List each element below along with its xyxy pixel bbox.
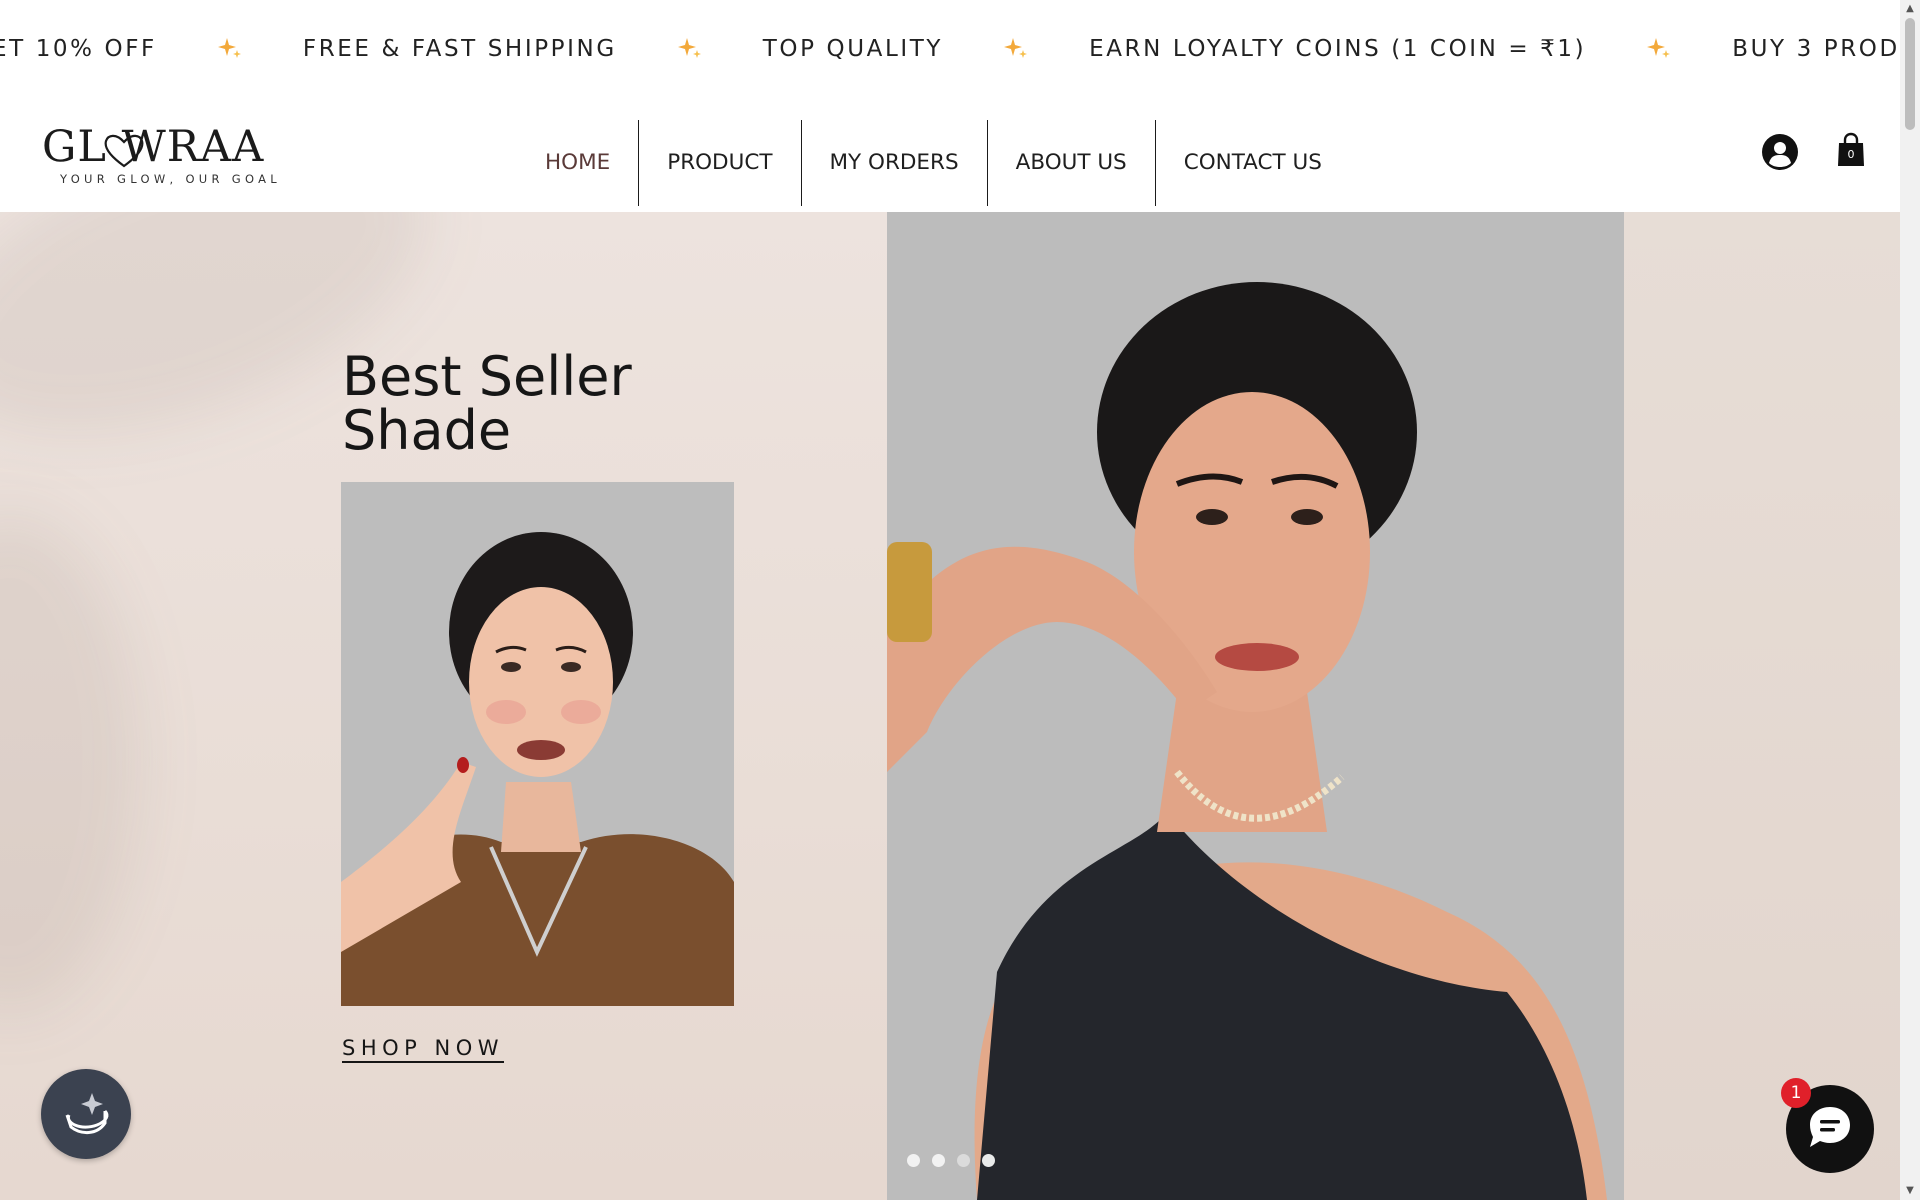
hero-side-panel <box>1624 212 1900 1200</box>
scroll-up-icon[interactable]: ▲ <box>1900 0 1920 18</box>
heart-icon <box>104 134 144 168</box>
hero-title: Best Seller Shade <box>342 350 762 458</box>
nav-product[interactable]: PRODUCT <box>638 120 800 206</box>
announcement-bar: ET 10% OFF FREE & FAST SHIPPING TOP QUAL… <box>0 0 1900 104</box>
sparkles-icon <box>217 36 243 62</box>
sparkles-icon <box>1003 36 1029 62</box>
site-header: GL WRAA YOUR GLOW, OUR GOAL HOME PRODUCT… <box>0 104 1900 212</box>
hero-main-image[interactable] <box>887 212 1624 1200</box>
logo-wordmark: GL WRAA <box>42 122 265 172</box>
account-icon[interactable] <box>1762 134 1798 170</box>
slide-dot-3[interactable] <box>957 1154 970 1167</box>
nav-contact-us[interactable]: CONTACT US <box>1154 120 1350 206</box>
scroll-down-icon[interactable]: ▼ <box>1900 1182 1920 1200</box>
slide-indicator <box>907 1154 995 1167</box>
brand-logo[interactable]: GL WRAA YOUR GLOW, OUR GOAL <box>42 122 292 192</box>
chat-notification-badge: 1 <box>1781 1078 1811 1108</box>
slide-dot-2[interactable] <box>932 1154 945 1167</box>
page-scrollbar[interactable]: ▲ ▼ <box>1900 0 1920 1200</box>
ai-assistant-button[interactable] <box>41 1069 131 1159</box>
logo-tagline: YOUR GLOW, OUR GOAL <box>60 172 282 186</box>
shop-now-link[interactable]: SHOP NOW <box>342 1036 504 1060</box>
hero-slider: Best Seller Shade SHOP NOW <box>0 212 1900 1200</box>
hero-title-line1: Best Seller <box>342 345 632 408</box>
announcement-item: TOP QUALITY <box>762 36 944 62</box>
scrollbar-thumb[interactable] <box>1905 18 1915 130</box>
ai-assistant-icon <box>65 1093 109 1134</box>
nav-about-us[interactable]: ABOUT US <box>986 120 1155 206</box>
sparkles-icon <box>677 36 703 62</box>
announcement-item: ET 10% OFF <box>0 36 157 62</box>
cart-count: 0 <box>1847 148 1855 161</box>
product-thumbnail-image[interactable] <box>341 482 734 1006</box>
announcement-item: BUY 3 PRODUCTS, G <box>1732 36 1900 62</box>
announcement-item: FREE & FAST SHIPPING <box>302 36 617 62</box>
nav-my-orders[interactable]: MY ORDERS <box>800 120 987 206</box>
shopping-bag-icon[interactable]: 0 <box>1837 132 1865 168</box>
slide-dot-4[interactable] <box>982 1154 995 1167</box>
nav-home[interactable]: HOME <box>517 120 638 206</box>
announcement-item: EARN LOYALTY COINS (1 COIN = ₹1) <box>1089 36 1587 62</box>
main-nav: HOME PRODUCT MY ORDERS ABOUT US CONTACT … <box>517 120 1350 206</box>
sparkles-icon <box>1646 36 1672 62</box>
hero-title-line2: Shade <box>342 399 512 462</box>
slide-dot-1[interactable] <box>907 1154 920 1167</box>
